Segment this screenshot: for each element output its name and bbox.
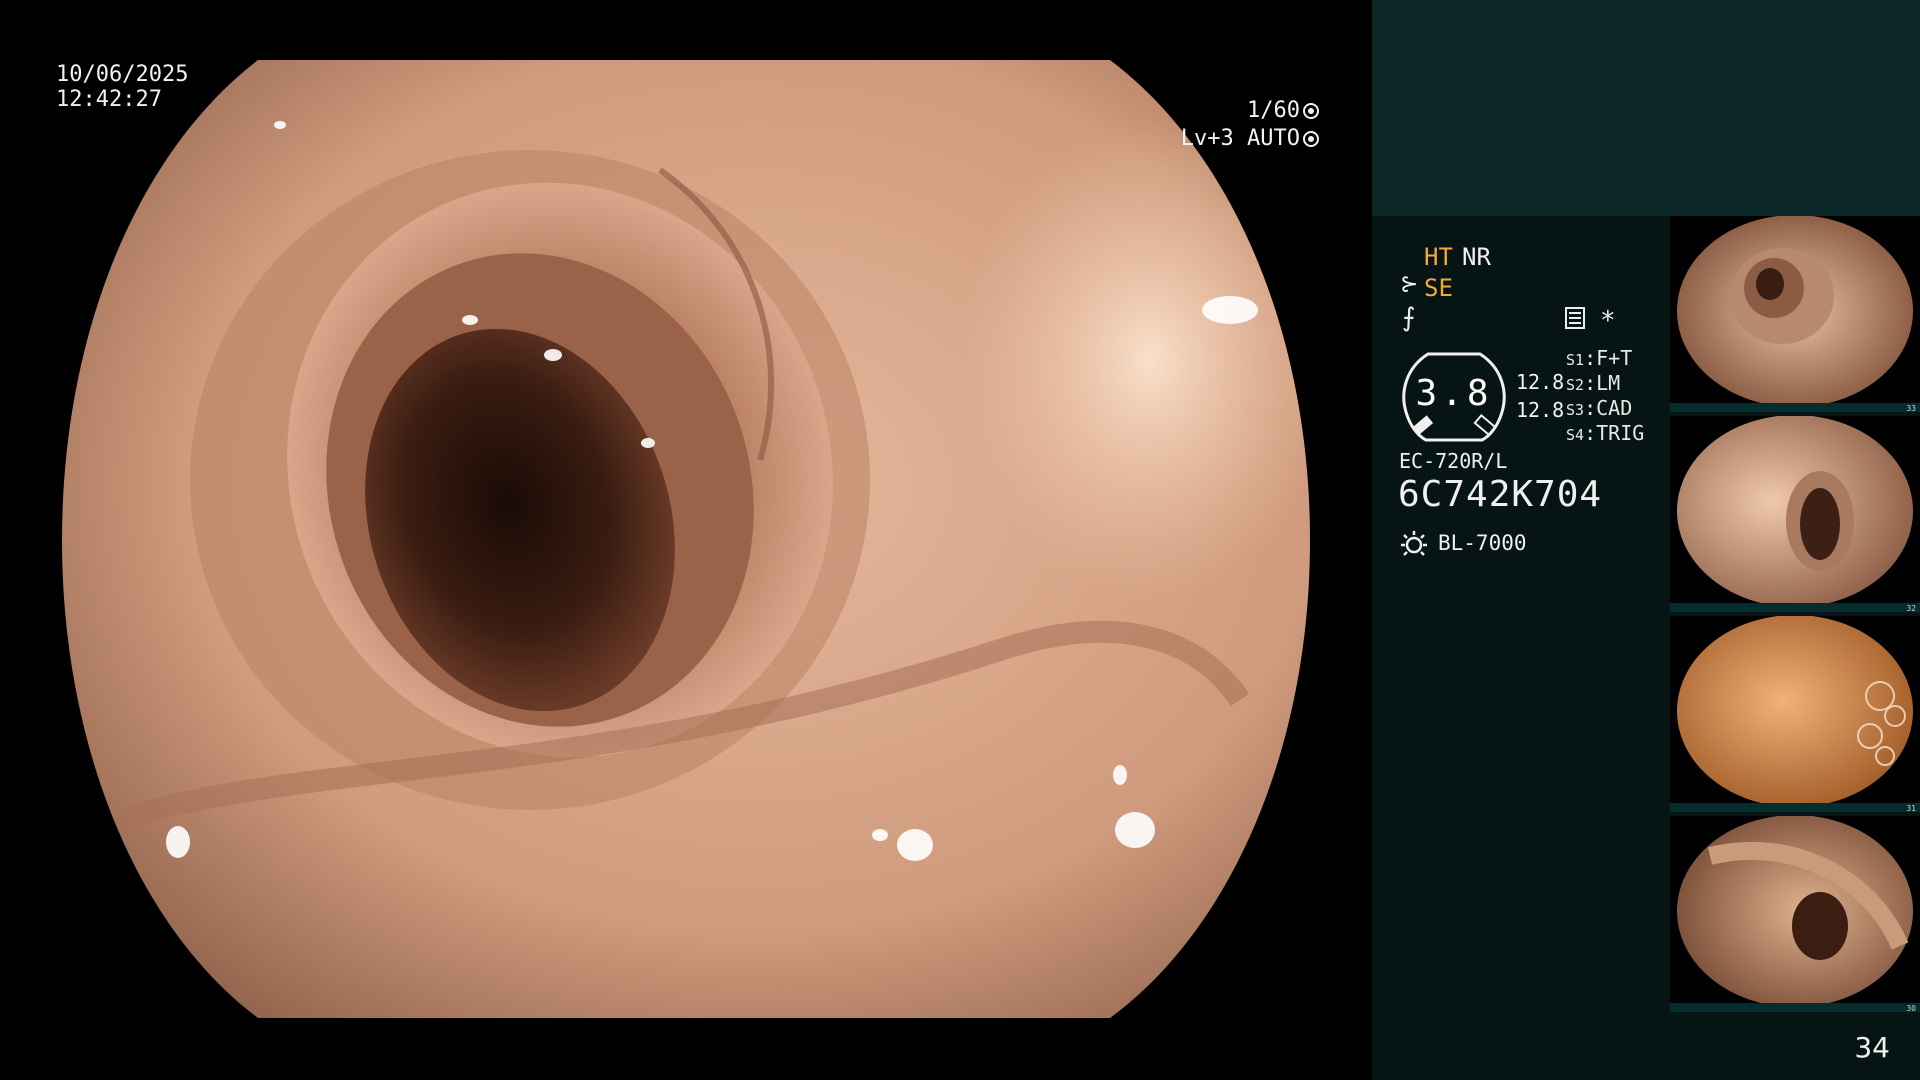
date-readout: 10/06/2025 xyxy=(56,62,189,87)
captured-image-thumbnail[interactable]: 31 xyxy=(1670,616,1920,812)
switch-key: S1 xyxy=(1566,351,1585,369)
switch-key: S2 xyxy=(1566,376,1585,394)
switch-value: TRIG xyxy=(1596,421,1645,445)
light-source-icon xyxy=(1401,531,1427,556)
panel-header-area xyxy=(1372,0,1920,216)
readout-value-1: 12.8 xyxy=(1516,370,1565,394)
nr-indicator: NR xyxy=(1462,243,1491,271)
scope-model: EC-720R/L xyxy=(1399,449,1508,473)
switch-value: LM xyxy=(1596,371,1621,395)
switch-key: S3 xyxy=(1566,401,1585,419)
image-counter: 34 xyxy=(1854,1031,1890,1064)
switch-row: S2:LM xyxy=(1566,371,1621,395)
switch-row: S1:F+T xyxy=(1566,346,1633,370)
ht-indicator: HT xyxy=(1424,243,1453,271)
star-icon: * xyxy=(1600,306,1616,336)
auto-iris-icon xyxy=(1303,131,1319,147)
scope-serial-number: 6C742K704 xyxy=(1398,474,1603,515)
thumbnail-number: 32 xyxy=(1906,604,1916,612)
switch-value: CAD xyxy=(1596,396,1633,420)
switch-value: F+T xyxy=(1596,346,1633,370)
switch-row: S3:CAD xyxy=(1566,396,1633,420)
time-readout: 12:42:27 xyxy=(56,87,162,112)
switch-row: S4:TRIG xyxy=(1566,421,1645,445)
thumbnail-number: 33 xyxy=(1906,404,1916,412)
thumbnail-number: 30 xyxy=(1906,1004,1916,1012)
shutter-speed: 1/60 xyxy=(1247,98,1300,123)
light-source-model: BL-7000 xyxy=(1438,531,1527,555)
captured-image-thumbnail[interactable]: 32 xyxy=(1670,416,1920,612)
settings-menu-icon xyxy=(1565,307,1585,329)
endoscopic-image xyxy=(62,60,1310,1018)
structure-enhance-icon: ⊱ xyxy=(1400,272,1419,297)
captured-image-thumbnail[interactable]: 33 xyxy=(1670,216,1920,412)
brightness-level-row: Lv+3 AUTO xyxy=(1181,126,1319,152)
endoscopy-live-view: 10/06/2025 12:42:27 1/60 Lv+3 AUTO xyxy=(0,0,1372,1080)
freeze-icon: ⨍ xyxy=(1402,303,1416,333)
zoom-gauge-value: 3.8 xyxy=(1415,373,1493,414)
switch-key: S4 xyxy=(1566,426,1585,444)
se-indicator: SE xyxy=(1424,274,1453,302)
shutter-speed-row: 1/60 xyxy=(1247,98,1319,124)
thumbnail-number: 31 xyxy=(1906,804,1916,812)
brightness-level: Lv+3 AUTO xyxy=(1180,126,1300,151)
captured-image-thumbnail[interactable]: 30 xyxy=(1670,816,1920,1012)
readout-value-2: 12.8 xyxy=(1516,398,1565,422)
shutter-icon xyxy=(1303,103,1319,119)
